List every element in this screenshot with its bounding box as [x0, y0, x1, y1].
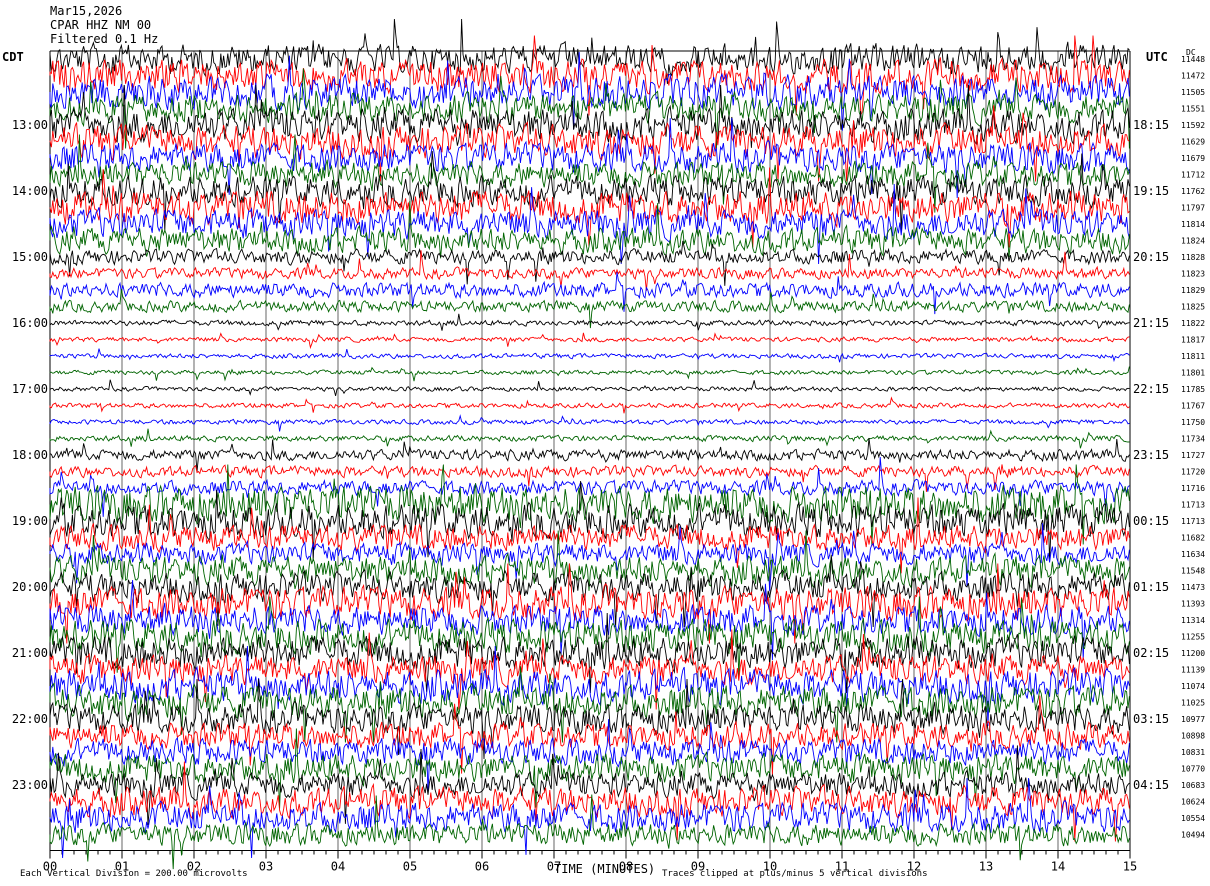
dc-offset-label: 10770 — [1181, 765, 1205, 774]
dc-offset-label: 11716 — [1181, 484, 1205, 493]
dc-offset-label: 10683 — [1181, 781, 1205, 790]
x-tick-label: 04 — [331, 860, 345, 874]
right-hour-label: 23:15 — [1133, 448, 1169, 462]
dc-offset-label: 11814 — [1181, 220, 1205, 229]
dc-offset-label: 10554 — [1181, 814, 1205, 823]
right-hour-label: 19:15 — [1133, 184, 1169, 198]
dc-offset-label: 11828 — [1181, 253, 1205, 262]
right-hour-label: 03:15 — [1133, 712, 1169, 726]
x-axis-title: TIME (MINUTES) — [554, 862, 656, 876]
dc-offset-label: 11713 — [1181, 501, 1205, 510]
dc-offset-label: 11200 — [1181, 649, 1205, 658]
trace-line — [49, 480, 1130, 562]
dc-offset-label: 11825 — [1181, 303, 1205, 312]
dc-offset-label: 11713 — [1181, 517, 1205, 526]
dc-offset-label: 10831 — [1181, 748, 1205, 757]
left-hour-label: 13:00 — [12, 118, 48, 132]
dc-offset-label: 11393 — [1181, 600, 1205, 609]
dc-offset-label: 11712 — [1181, 171, 1205, 180]
trace-line — [49, 379, 1130, 397]
trace-line — [49, 497, 1130, 574]
trace-group — [49, 18, 1130, 870]
dc-offset-label: 11801 — [1181, 369, 1205, 378]
dc-offset-label: 11592 — [1181, 121, 1205, 130]
dc-offset-label: 10494 — [1181, 831, 1205, 840]
dc-offset-label: 11025 — [1181, 699, 1205, 708]
dc-offset-label: 11720 — [1181, 468, 1205, 477]
dc-offset-label: 11797 — [1181, 204, 1205, 213]
dc-offset-label: 11551 — [1181, 105, 1205, 114]
trace-line — [49, 777, 1130, 859]
left-hour-label: 21:00 — [12, 646, 48, 660]
x-tick-label: 05 — [403, 860, 417, 874]
trace-line — [49, 396, 1130, 414]
dc-offset-label: 11811 — [1181, 352, 1205, 361]
dc-offset-label: 11473 — [1181, 583, 1205, 592]
trace-line — [49, 250, 1130, 291]
dc-offset-label: 10898 — [1181, 732, 1205, 741]
dc-offset-label: 11767 — [1181, 402, 1205, 411]
x-tick-label: 15 — [1123, 860, 1137, 874]
dc-offset-label: 11629 — [1181, 138, 1205, 147]
right-hour-label: 00:15 — [1133, 514, 1169, 528]
right-hour-label: 01:15 — [1133, 580, 1169, 594]
dc-offset-label: 11762 — [1181, 187, 1205, 196]
dc-offset-label: 11448 — [1181, 55, 1205, 64]
left-hour-label: 16:00 — [12, 316, 48, 330]
left-hour-label: 18:00 — [12, 448, 48, 462]
dc-offset-label: 10977 — [1181, 715, 1205, 724]
left-hour-label: 23:00 — [12, 778, 48, 792]
right-hour-label: 18:15 — [1133, 118, 1169, 132]
dc-offset-label: 11505 — [1181, 88, 1205, 97]
x-tick-label: 13 — [979, 860, 993, 874]
x-tick-label: 03 — [259, 860, 273, 874]
dc-offset-label: 11682 — [1181, 534, 1205, 543]
right-hour-label: 21:15 — [1133, 316, 1169, 330]
trace-line — [49, 366, 1130, 382]
x-tick-label: 14 — [1051, 860, 1065, 874]
dc-offset-label: 11785 — [1181, 385, 1205, 394]
right-hour-label: 22:15 — [1133, 382, 1169, 396]
dc-offset-label: 11817 — [1181, 336, 1205, 345]
dc-offset-label: 11727 — [1181, 451, 1205, 460]
seismogram-plot: 00 01 02 03 04 05 06 07 08 09 10 11 12 13 14 1511448114… — [12, 18, 1205, 874]
dc-offset-label: 11472 — [1181, 72, 1205, 81]
right-hour-label: 04:15 — [1133, 778, 1169, 792]
clip-note: Traces clipped at plus/minus 5 vertical … — [662, 869, 928, 879]
dc-offset-label: 11548 — [1181, 567, 1205, 576]
dc-offset-label: 11750 — [1181, 418, 1205, 427]
dc-offset-label: 11634 — [1181, 550, 1205, 559]
dc-offset-label: 11822 — [1181, 319, 1205, 328]
trace-line — [49, 428, 1130, 449]
dc-offset-label: 11824 — [1181, 237, 1205, 246]
trace-line — [49, 437, 1130, 472]
right-hour-label: 20:15 — [1133, 250, 1169, 264]
left-hour-label: 14:00 — [12, 184, 48, 198]
left-hour-label: 22:00 — [12, 712, 48, 726]
x-tick-label: 06 — [475, 860, 489, 874]
dc-offset-label: 11314 — [1181, 616, 1205, 625]
trace-line — [49, 414, 1130, 432]
dc-offset-label: 11823 — [1181, 270, 1205, 279]
left-hour-label: 19:00 — [12, 514, 48, 528]
scale-note: Each Vertical Division = 200.00 microvol… — [20, 869, 248, 879]
dc-offset-label: 11074 — [1181, 682, 1205, 691]
dc-offset-label: 11829 — [1181, 286, 1205, 295]
left-hour-label: 17:00 — [12, 382, 48, 396]
dc-offset-label: 10624 — [1181, 798, 1205, 807]
dc-offset-label: 11679 — [1181, 154, 1205, 163]
trace-line — [49, 240, 1130, 286]
right-hour-label: 02:15 — [1133, 646, 1169, 660]
dc-offset-label: 11255 — [1181, 633, 1205, 642]
dc-offset-label: 11139 — [1181, 666, 1205, 675]
left-hour-label: 15:00 — [12, 250, 48, 264]
dc-offset-label: 11734 — [1181, 435, 1205, 444]
trace-line — [49, 348, 1130, 363]
trace-line — [49, 332, 1130, 350]
left-hour-label: 20:00 — [12, 580, 48, 594]
